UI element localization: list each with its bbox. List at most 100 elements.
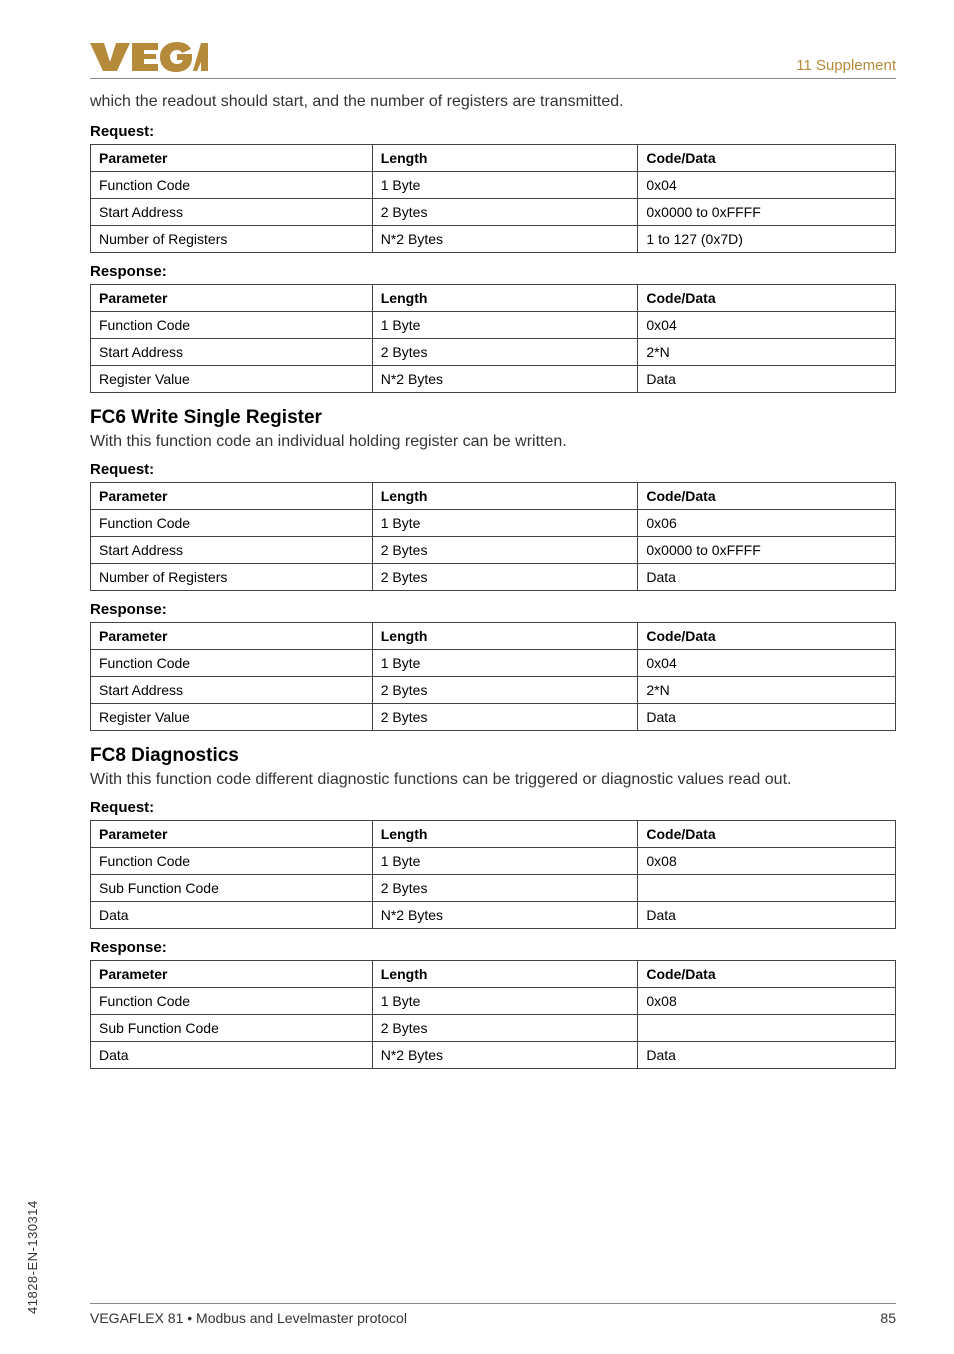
table-cell-param: Number of Registers	[91, 564, 373, 591]
table-cell-code: Data	[638, 704, 896, 731]
table-cell-code: 2*N	[638, 677, 896, 704]
table-cell-code: 0x08	[638, 988, 896, 1015]
table-cell-param: Register Value	[91, 704, 373, 731]
table-row: Start Address2 Bytes2*N	[91, 677, 896, 704]
table-cell-length: 2 Bytes	[372, 199, 638, 226]
footer-left: VEGAFLEX 81 • Modbus and Levelmaster pro…	[90, 1310, 407, 1326]
table-cell-length: 2 Bytes	[372, 564, 638, 591]
table-header-length: Length	[372, 961, 638, 988]
table-header-code: Code/Data	[638, 285, 896, 312]
response-label: Response:	[90, 263, 896, 280]
table-cell-code: 0x08	[638, 848, 896, 875]
table-cell-param: Function Code	[91, 650, 373, 677]
table-cell-param: Start Address	[91, 199, 373, 226]
section-desc: With this function code an individual ho…	[90, 433, 896, 451]
params-table-request-0: ParameterLengthCode/DataFunction Code1 B…	[90, 144, 896, 253]
table-cell-param: Function Code	[91, 510, 373, 537]
table-cell-code	[638, 875, 896, 902]
table-row: DataN*2 BytesData	[91, 902, 896, 929]
response-label: Response:	[90, 939, 896, 956]
table-cell-param: Number of Registers	[91, 226, 373, 253]
table-header-code: Code/Data	[638, 623, 896, 650]
table-cell-length: 2 Bytes	[372, 537, 638, 564]
doc-id-vertical: 41828-EN-130314	[25, 1200, 40, 1314]
table-cell-param: Sub Function Code	[91, 875, 373, 902]
table-cell-code: Data	[638, 564, 896, 591]
table-cell-param: Register Value	[91, 366, 373, 393]
params-table-response-0: ParameterLengthCode/DataFunction Code1 B…	[90, 284, 896, 393]
footer-page-number: 85	[880, 1310, 896, 1326]
table-header-code: Code/Data	[638, 483, 896, 510]
params-table-request-2: ParameterLengthCode/DataFunction Code1 B…	[90, 820, 896, 929]
table-row: Function Code1 Byte0x08	[91, 988, 896, 1015]
table-cell-param: Sub Function Code	[91, 1015, 373, 1042]
table-cell-length: N*2 Bytes	[372, 366, 638, 393]
table-cell-length: N*2 Bytes	[372, 1042, 638, 1069]
table-header-parameter: Parameter	[91, 483, 373, 510]
table-row: Sub Function Code2 Bytes	[91, 875, 896, 902]
table-cell-param: Start Address	[91, 537, 373, 564]
table-cell-length: 1 Byte	[372, 312, 638, 339]
table-row: Start Address2 Bytes2*N	[91, 339, 896, 366]
table-header-length: Length	[372, 821, 638, 848]
table-header-length: Length	[372, 623, 638, 650]
table-cell-length: 2 Bytes	[372, 704, 638, 731]
table-row: Function Code1 Byte0x04	[91, 312, 896, 339]
page-header: 11 Supplement	[90, 40, 896, 79]
params-table-request-1: ParameterLengthCode/Data Function Code1 B…	[90, 482, 896, 591]
table-cell-length: 2 Bytes	[372, 1015, 638, 1042]
table-cell-param: Start Address	[91, 677, 373, 704]
table-cell-code: Data	[638, 1042, 896, 1069]
table-header-parameter: Parameter	[91, 145, 373, 172]
table-cell-length: 1 Byte	[372, 510, 638, 537]
table-cell-param: Function Code	[91, 312, 373, 339]
table-cell-param: Function Code	[91, 848, 373, 875]
table-header-code: Code/Data	[638, 821, 896, 848]
section-title: FC8 Diagnostics	[90, 745, 896, 767]
table-header-parameter: Parameter	[91, 623, 373, 650]
table-cell-code	[638, 1015, 896, 1042]
table-cell-code: 2*N	[638, 339, 896, 366]
table-cell-length: 1 Byte	[372, 650, 638, 677]
table-row: Function Code1 Byte0x04	[91, 650, 896, 677]
table-header-parameter: Parameter	[91, 961, 373, 988]
params-table-response-2: ParameterLengthCode/DataFunction Code1 B…	[90, 960, 896, 1069]
params-table-response-1: ParameterLengthCode/DataFunction Code1 B…	[90, 622, 896, 731]
table-cell-param: Start Address	[91, 339, 373, 366]
table-row: Function Code1 Byte0x08	[91, 848, 896, 875]
table-cell-length: 1 Byte	[372, 848, 638, 875]
table-row: Register Value2 BytesData	[91, 704, 896, 731]
table-row: Sub Function Code2 Bytes	[91, 1015, 896, 1042]
response-label: Response:	[90, 601, 896, 618]
table-cell-length: N*2 Bytes	[372, 226, 638, 253]
vega-logo	[90, 40, 208, 74]
table-header-length: Length	[372, 285, 638, 312]
table-header-code: Code/Data	[638, 145, 896, 172]
request-label: Request:	[90, 461, 896, 478]
table-header-length: Length	[372, 483, 638, 510]
table-row: Start Address2 Bytes0x0000 to 0xFFFF	[91, 537, 896, 564]
table-cell-length: 1 Byte	[372, 988, 638, 1015]
table-cell-code: 0x0000 to 0xFFFF	[638, 199, 896, 226]
section-desc: With this function code different diagno…	[90, 771, 896, 789]
intro-text: which the readout should start, and the …	[90, 93, 896, 111]
table-header-parameter: Parameter	[91, 285, 373, 312]
table-cell-param: Function Code	[91, 172, 373, 199]
table-cell-code: 1 to 127 (0x7D)	[638, 226, 896, 253]
table-cell-length: 2 Bytes	[372, 875, 638, 902]
table-header-code: Code/Data	[638, 961, 896, 988]
table-cell-code: 0x0000 to 0xFFFF	[638, 537, 896, 564]
table-row: Register ValueN*2 BytesData	[91, 366, 896, 393]
table-cell-param: Data	[91, 1042, 373, 1069]
table-header-length: Length	[372, 145, 638, 172]
request-label: Request:	[90, 799, 896, 816]
table-header-parameter: Parameter	[91, 821, 373, 848]
table-cell-param: Data	[91, 902, 373, 929]
table-row: Start Address2 Bytes0x0000 to 0xFFFF	[91, 199, 896, 226]
table-row: Function Code1 Byte0x04	[91, 172, 896, 199]
table-cell-length: 1 Byte	[372, 172, 638, 199]
table-cell-length: N*2 Bytes	[372, 902, 638, 929]
request-label: Request:	[90, 123, 896, 140]
page-footer: VEGAFLEX 81 • Modbus and Levelmaster pro…	[90, 1303, 896, 1326]
table-cell-code: 0x04	[638, 172, 896, 199]
